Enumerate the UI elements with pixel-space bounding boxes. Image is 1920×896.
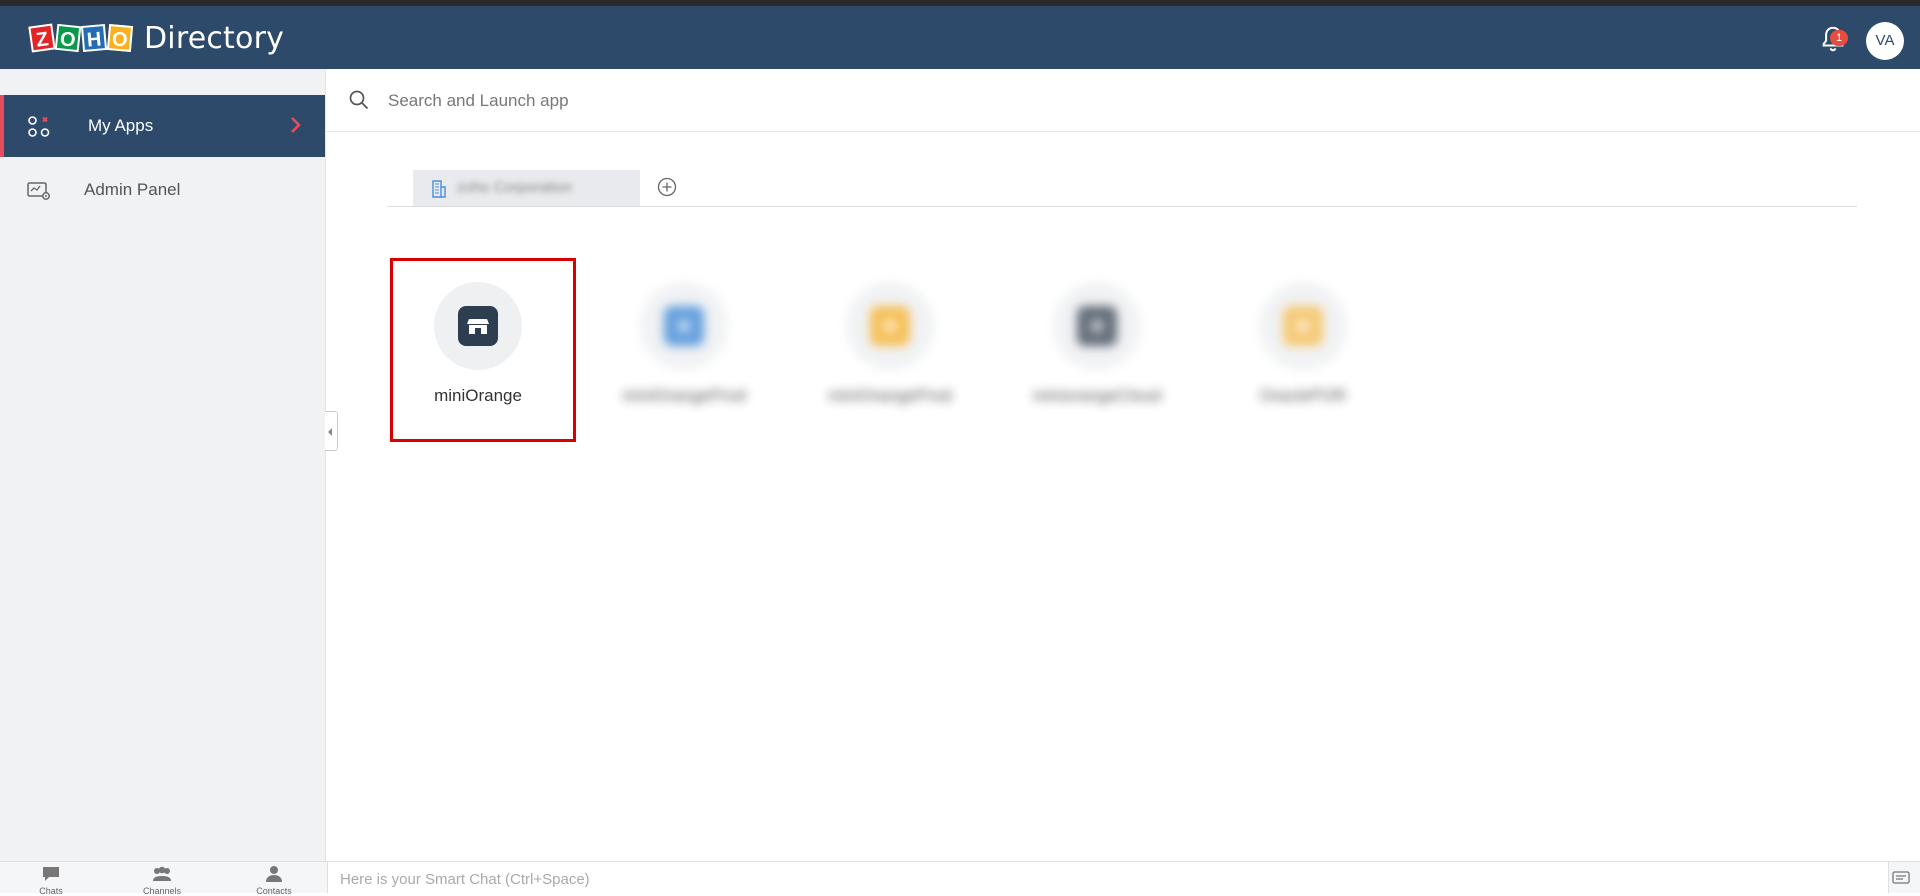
app-icon: [1077, 306, 1117, 346]
app-label: OraclePOR: [1259, 386, 1347, 405]
contacts-icon[interactable]: [263, 865, 285, 883]
notification-badge: 1: [1830, 30, 1848, 46]
app-label: miniOrangeProd: [828, 386, 952, 405]
zoho-logo[interactable]: Z O H O Directory: [28, 20, 285, 56]
product-name: Directory: [144, 20, 285, 56]
app-header: Z O H O Directory 1 VA: [0, 6, 1920, 69]
highlight-annotation-box: [390, 258, 576, 442]
bottom-bar: Chats Channels Contacts: [0, 861, 1920, 896]
app-label: miniorangeCloud: [1032, 386, 1162, 405]
tab-organization-label: zoho Corporation: [457, 179, 573, 196]
app-tile-oraclepor[interactable]: OraclePOR: [1233, 282, 1373, 422]
add-tab-icon[interactable]: [657, 177, 677, 197]
apps-icon: [28, 116, 50, 137]
chats-icon[interactable]: [40, 865, 62, 883]
admin-panel-icon: [27, 182, 50, 200]
logo-letter-o: O: [54, 23, 82, 53]
app-icon: [870, 306, 910, 346]
search-bar: [326, 69, 1920, 132]
app-icon-background: [640, 282, 728, 370]
search-input[interactable]: [386, 83, 1390, 119]
app-icon-background: [1053, 282, 1141, 370]
smart-chat-input[interactable]: [338, 867, 1242, 891]
app-icon: [664, 306, 704, 346]
tab-organization[interactable]: zoho Corporation: [413, 170, 640, 206]
app-icon: [1283, 306, 1323, 346]
bottom-item-channels[interactable]: Channels: [132, 886, 192, 896]
app-tile-miniorangecloud[interactable]: miniorangeCloud: [1027, 282, 1167, 422]
chevron-right-icon: [291, 117, 301, 133]
search-icon: [349, 90, 369, 110]
app-tile-miniorangeprod[interactable]: miniOrangeProd: [614, 282, 754, 422]
sidebar-collapse-handle[interactable]: [325, 411, 338, 451]
app-icon-background: [846, 282, 934, 370]
app-tile-miniorangeprod-2[interactable]: miniOrangeProd: [820, 282, 960, 422]
smart-chat-bar: [327, 862, 1889, 893]
sidebar-item-my-apps[interactable]: My Apps: [0, 95, 325, 157]
sidebar: My Apps Admin Panel: [0, 69, 326, 861]
chat-window-icon[interactable]: [1892, 870, 1910, 886]
bottom-item-contacts[interactable]: Contacts: [244, 886, 304, 896]
sidebar-item-label: My Apps: [88, 116, 154, 135]
sidebar-item-label: Admin Panel: [84, 180, 181, 199]
app-label: miniOrangeProd: [622, 386, 746, 405]
logo-letter-h: H: [80, 24, 108, 52]
logo-letter-o-2: O: [106, 24, 134, 52]
organization-icon: [432, 180, 446, 198]
logo-letter-z: Z: [28, 23, 56, 53]
sidebar-item-admin-panel[interactable]: Admin Panel: [0, 159, 325, 221]
channels-icon[interactable]: [151, 865, 173, 883]
user-avatar[interactable]: VA: [1866, 22, 1904, 60]
org-tab-row: zoho Corporation: [387, 168, 1857, 207]
bottom-item-chats[interactable]: Chats: [21, 886, 81, 896]
app-icon-background: [1259, 282, 1347, 370]
